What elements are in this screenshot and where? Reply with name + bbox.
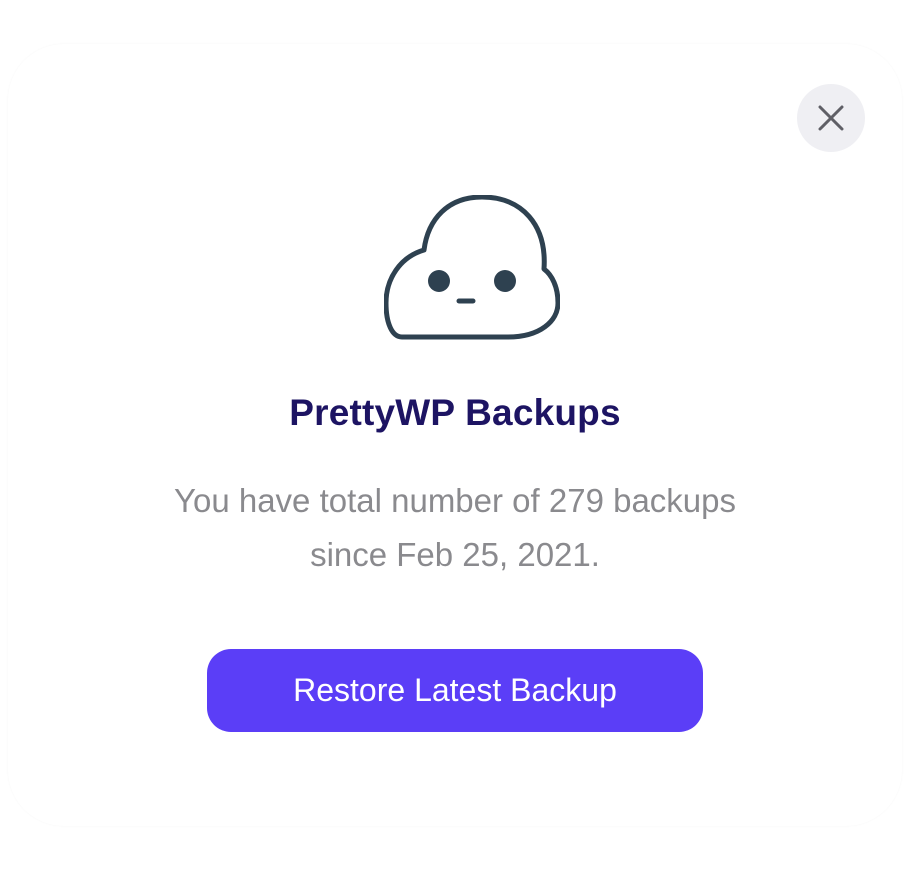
backup-summary-line-2: since Feb 25, 2021.	[310, 536, 600, 573]
close-button[interactable]	[797, 84, 865, 152]
restore-latest-backup-button[interactable]: Restore Latest Backup	[207, 649, 703, 732]
backup-summary-line-1: You have total number of 279 backups	[173, 482, 736, 519]
close-icon	[818, 105, 844, 131]
backup-summary: You have total number of 279 backups sin…	[105, 474, 805, 582]
cloud-face-icon	[384, 195, 560, 340]
dialog-title: PrettyWP Backups	[289, 392, 621, 433]
